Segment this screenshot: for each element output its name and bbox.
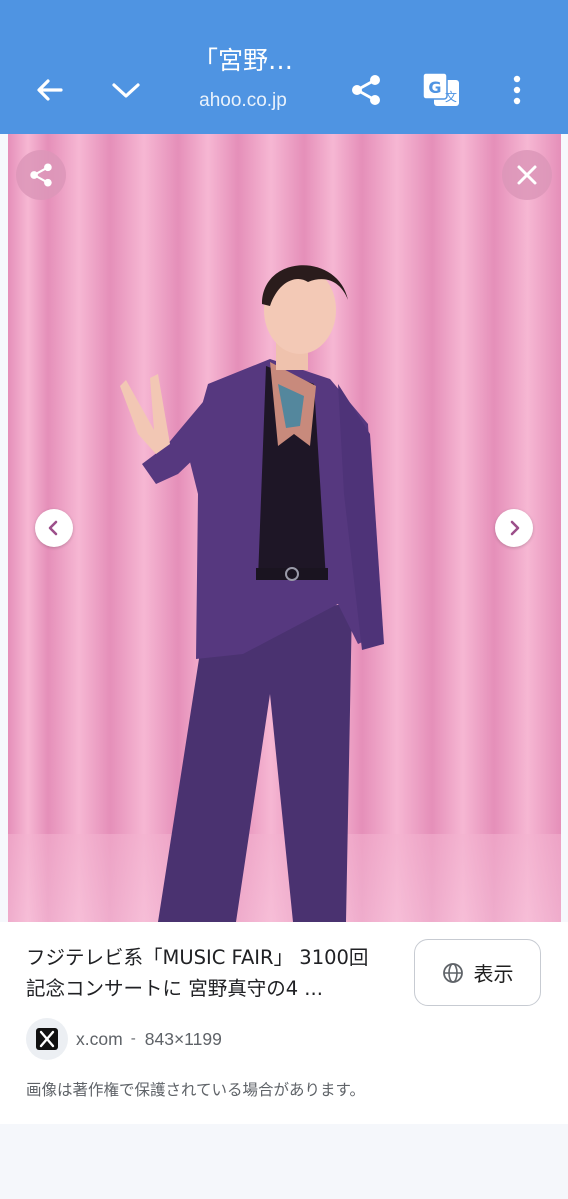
page-title: 「宮野…	[192, 46, 293, 75]
more-vert-icon	[513, 75, 521, 105]
svg-text:文: 文	[445, 89, 457, 104]
page-title-block[interactable]: 「宮野… ahoo.co.jp	[168, 46, 318, 112]
translate-button[interactable]: G 文	[417, 66, 465, 114]
viewer-share-button[interactable]	[16, 150, 66, 200]
share-icon	[30, 163, 52, 187]
close-icon	[517, 165, 537, 185]
top-app-bar: 「宮野… ahoo.co.jp G 文	[0, 0, 568, 134]
back-arrow-icon	[37, 79, 63, 101]
image-info-panel: フジテレビ系「MUSIC FAIR」 3100回 記念コンサートに 宮野真守の4…	[0, 922, 568, 1125]
back-button[interactable]	[26, 66, 74, 114]
previous-image-button[interactable]	[35, 509, 73, 547]
source-separator: -	[130, 1031, 136, 1047]
copyright-notice: 画像は著作権で保護されている場合があります。	[26, 1081, 365, 1099]
view-button-label: 表示	[473, 962, 514, 986]
expand-button[interactable]	[102, 66, 150, 114]
image-dimensions: 843×1199	[144, 1028, 222, 1049]
svg-text:G: G	[428, 78, 441, 97]
next-image-button[interactable]	[495, 509, 533, 547]
more-options-button[interactable]	[493, 66, 541, 114]
translate-icon: G 文	[422, 72, 459, 106]
view-button[interactable]: 表示	[414, 939, 541, 1006]
photo	[8, 134, 561, 922]
viewer-close-button[interactable]	[502, 150, 552, 200]
caption-line-2: 記念コンサートに 宮野真守の4 ...	[26, 977, 323, 1000]
chevron-left-icon	[48, 520, 58, 536]
chevron-right-icon	[510, 520, 520, 536]
globe-icon	[442, 962, 463, 983]
source-domain: x.com	[76, 1028, 123, 1049]
chevron-down-icon	[112, 83, 140, 98]
page-url: ahoo.co.jp	[199, 90, 287, 111]
share-button[interactable]	[342, 66, 390, 114]
image-caption[interactable]: フジテレビ系「MUSIC FAIR」 3100回 記念コンサートに 宮野真守の4…	[26, 942, 400, 1004]
caption-line-1: フジテレビ系「MUSIC FAIR」 3100回	[26, 946, 369, 969]
x-logo-icon	[26, 1018, 68, 1060]
source-row[interactable]: x.com - 843×1199	[26, 1018, 222, 1060]
share-icon	[352, 75, 380, 105]
bottom-area	[0, 1124, 568, 1199]
image-viewer[interactable]	[8, 134, 561, 922]
